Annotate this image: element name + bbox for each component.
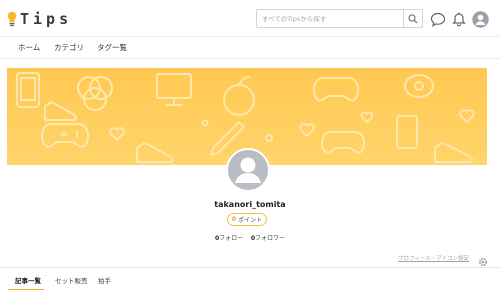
nav-item-tags[interactable]: タグ一覧	[97, 42, 127, 53]
following-label: フォロー	[219, 235, 244, 242]
tab-applause[interactable]: 拍手	[98, 275, 111, 285]
nav-item-category[interactable]: カテゴリ	[54, 42, 84, 53]
logo-text: Tips	[20, 10, 73, 28]
default-user-icon	[235, 157, 261, 183]
username: takanori_tomita	[214, 200, 286, 209]
tab-set-sales[interactable]: セット販売	[55, 275, 88, 285]
nav-item-home[interactable]: ホーム	[18, 42, 40, 53]
gear-icon[interactable]	[478, 252, 488, 267]
followers-link[interactable]: 0フォロワー	[251, 235, 285, 242]
profile-tabs: 記事一覧 セット販売 拍手	[0, 267, 500, 290]
site-logo[interactable]: Tips	[7, 9, 72, 29]
search-input[interactable]	[257, 10, 403, 27]
points-badge: 0 ポイント	[227, 213, 267, 226]
chat-bubble-icon[interactable]	[429, 10, 447, 28]
profile-avatar[interactable]	[226, 148, 270, 192]
search-box	[256, 9, 423, 28]
points-label: ポイント	[238, 217, 263, 224]
followers-label: フォロワー	[255, 235, 286, 242]
following-link[interactable]: 0フォロー	[215, 235, 243, 242]
user-avatar-icon[interactable]	[471, 10, 489, 28]
search-button[interactable]	[403, 10, 422, 27]
top-header: Tips	[0, 0, 500, 36]
tab-articles[interactable]: 記事一覧	[15, 275, 41, 285]
profile-settings-link[interactable]: プロフィール・アイコン設定	[398, 254, 469, 262]
search-icon	[408, 9, 418, 28]
main-nav: ホーム カテゴリ タグ一覧	[0, 36, 500, 59]
points-value: 0	[231, 216, 237, 223]
bell-icon[interactable]	[450, 10, 468, 28]
lightbulb-icon	[7, 11, 17, 27]
follow-stats: 0フォロー 0フォロワー	[0, 233, 500, 242]
